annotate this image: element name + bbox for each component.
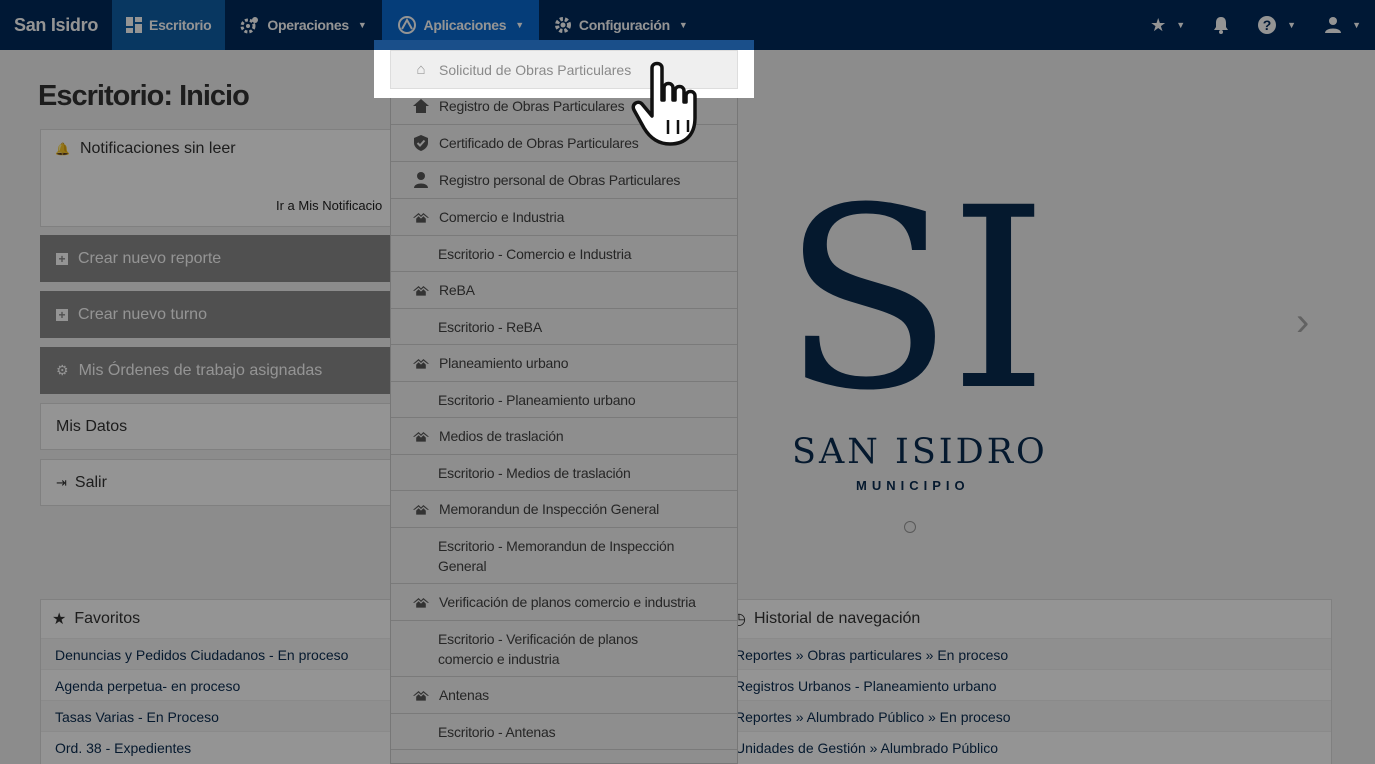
- dropdown-item-label-line2: comercio e industria: [438, 650, 560, 667]
- dropdown-item[interactable]: Comercio e Industria: [391, 199, 737, 236]
- dropdown-item-label: Verificación de planos comercio e indust…: [439, 594, 696, 610]
- houses-icon: [413, 595, 429, 609]
- highlight-top-bar: [374, 40, 754, 50]
- home-icon: [413, 99, 429, 113]
- houses-icon: [413, 210, 429, 224]
- dropdown-item-label-line2: General: [438, 557, 487, 574]
- dropdown-item[interactable]: Medios de traslación: [391, 418, 737, 455]
- dropdown-item-label: Memorandun de Inspección General: [439, 501, 660, 517]
- dropdown-item-label-line1: Escritorio - Verificación de planos: [438, 630, 638, 647]
- dropdown-item-label: Escritorio - Medios de traslación: [438, 464, 631, 481]
- dropdown-item[interactable]: Escritorio - Planeamiento urbano: [391, 382, 737, 418]
- houses-icon: [413, 688, 429, 702]
- dropdown-item-label: Antenas: [439, 687, 489, 703]
- houses-icon: [413, 429, 429, 443]
- dropdown-item[interactable]: Escritorio - Memorandun de Inspección Gen…: [391, 528, 737, 584]
- houses-icon: [413, 283, 429, 297]
- dropdown-item[interactable]: Verificación de planos comercio e indust…: [391, 584, 737, 621]
- dropdown-item-label: Escritorio - Comercio e Industria: [438, 245, 632, 262]
- houses-icon: [413, 356, 429, 370]
- dropdown-item-label: Certificado de Obras Particulares: [439, 135, 639, 151]
- dropdown-item-label: Escritorio - ReBA: [438, 318, 542, 335]
- dropdown-item[interactable]: Escritorio - Medios de traslación: [391, 455, 737, 491]
- dropdown-item-label: Comercio e Industria: [439, 209, 565, 225]
- dropdown-item-label: Escritorio - Planeamiento urbano: [438, 391, 636, 408]
- dropdown-item[interactable]: ReBA: [391, 272, 737, 309]
- dropdown-item[interactable]: Escritorio - ReBA: [391, 309, 737, 345]
- dropdown-item-label: Registro personal de Obras Particulares: [439, 172, 681, 188]
- dropdown-item-label: Medios de traslación: [439, 428, 564, 444]
- dropdown-item[interactable]: Escritorio - Comercio e Industria: [391, 236, 737, 272]
- houses-icon: [413, 502, 429, 516]
- dropdown-item-label: Solicitud de Obras Particulares: [439, 61, 632, 78]
- home-icon: ⌂: [416, 61, 426, 78]
- dropdown-item-label: Planeamiento urbano: [439, 355, 569, 371]
- aplicaciones-dropdown: Registro de Obras Particulares Certificad…: [390, 50, 738, 764]
- dropdown-item[interactable]: Antenas: [391, 677, 737, 714]
- dropdown-item[interactable]: Escritorio - Verificación de planos comer…: [391, 621, 737, 677]
- dropdown-item[interactable]: Registro personal de Obras Particulares: [391, 162, 737, 199]
- dropdown-item-label: Escritorio - Antenas: [438, 723, 556, 740]
- dropdown-item[interactable]: Planeamiento urbano: [391, 345, 737, 382]
- person-icon: [413, 172, 429, 188]
- dropdown-item-label: Registro de Obras Particulares: [439, 98, 625, 114]
- dropdown-item-label-line1: Escritorio - Memorandun de Inspección: [438, 537, 675, 554]
- dropdown-item[interactable]: Memorandun de Inspección General: [391, 491, 737, 528]
- dropdown-item[interactable]: Escritorio - Antenas: [391, 714, 737, 750]
- dropdown-item-label: ReBA: [439, 282, 475, 298]
- shield-check-icon: [413, 135, 429, 151]
- hand-cursor-icon: [631, 61, 697, 146]
